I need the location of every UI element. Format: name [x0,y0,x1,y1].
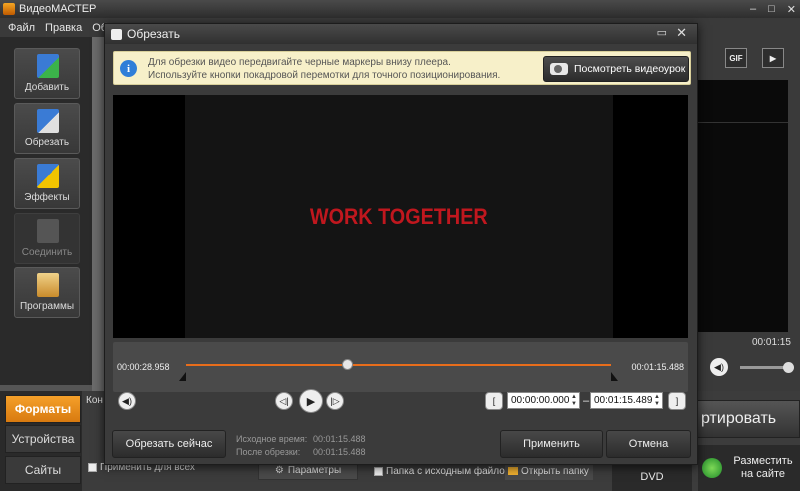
play-square-icon: ▶ [769,53,777,63]
timeline-track[interactable] [186,364,611,366]
info-bar: i Для обрезки видео передвигайте черные … [113,51,691,85]
info-line-1: Для обрезки видео передвигайте черные ма… [148,57,451,68]
controls-row: ◀) ◁| ▶ |▷ [ 00:00:00.000 ▲ ▼ – 00:01:15.… [105,386,697,416]
effects-label: Эффекты [24,192,70,203]
checkbox-icon [88,463,97,472]
dialog-minimize-icon[interactable]: ▭ [657,26,667,39]
add-button[interactable]: Добавить [14,48,80,99]
background-preview-video [698,80,788,332]
app-title: ВидеоМАСТЕР [19,3,97,15]
range-separator: – [583,395,590,407]
video-player[interactable]: WORK TOGETHER [113,95,688,338]
play-icon[interactable]: ▶ [299,389,323,413]
maximize-icon[interactable]: □ [768,3,775,15]
programs-button[interactable]: Программы [14,267,80,318]
frame-forward-icon[interactable]: |▷ [326,392,344,410]
volume-icon[interactable]: ◀) [118,392,136,410]
join-label: Соединить [21,247,73,258]
set-end-icon[interactable]: ] [668,392,686,410]
end-marker[interactable] [611,372,618,381]
publish-button[interactable]: Разместить на сайте [698,445,800,491]
trim-button[interactable]: Обрезать [14,103,80,154]
after-trim-value: 00:01:15.488 [313,447,366,457]
programs-label: Программы [19,301,75,312]
dialog-title: Обрезать [127,27,180,41]
scissors-icon [111,28,122,40]
tab-formats[interactable]: Форматы [5,395,81,423]
background-divider [698,122,788,123]
checkbox-icon [374,467,383,476]
box-icon [37,273,59,297]
join-button[interactable]: Соединить [14,213,80,264]
start-marker[interactable] [179,372,186,381]
video-frame: WORK TOGETHER [185,95,613,338]
spinner-arrows-icon[interactable]: ▲ ▼ [571,394,577,408]
app-titlebar: ВидеоМАСТЕР – □ ✕ [0,0,800,18]
end-time-value: 00:01:15.489 [594,395,653,406]
background-file-list [92,37,104,391]
gif-button[interactable]: GIF [725,48,747,68]
minimize-icon[interactable]: – [750,3,756,15]
end-time: 00:01:15.488 [631,362,684,372]
current-time: 00:00:28.958 [117,362,170,372]
globe-icon [702,458,722,478]
tab-devices[interactable]: Устройства [5,425,81,453]
watch-tutorial-label: Посмотреть видеоурок [574,63,686,75]
background-duration: 00:01:15 [752,337,791,348]
background-volume-icon[interactable]: ◀) [710,358,728,376]
film-join-icon [37,219,59,243]
publish-label: Разместить на сайте [733,455,793,480]
spinner-arrows-icon[interactable]: ▲ ▼ [654,394,660,408]
dialog-close-icon[interactable]: ✕ [676,25,687,41]
source-folder-checkbox[interactable]: Папка с исходным файлом [374,466,512,477]
menu-file[interactable]: Файл [8,22,35,34]
cancel-button[interactable]: Отмена [606,430,691,458]
trim-now-button[interactable]: Обрезать сейчас [112,430,226,458]
effects-button[interactable]: Эффекты [14,158,80,209]
source-time-value: 00:01:15.488 [313,434,366,444]
folder-icon [508,467,518,475]
gear-icon: ⚙ [274,464,284,476]
source-folder-label: Папка с исходным файлом [386,466,512,477]
info-line-2: Используйте кнопки покадровой перемотки … [148,70,501,81]
webcam-icon [550,63,568,75]
open-folder-label: Открыть папку [521,465,589,477]
film-plus-icon [37,54,59,78]
video-caption: WORK TOGETHER [310,203,488,229]
trim-label: Обрезать [24,137,70,148]
start-time-value: 00:00:00.000 [511,395,570,406]
dialog-footer: Обрезать сейчас Исходное время: 00:01:15… [105,428,697,462]
params-label: Параметры [287,464,342,476]
menu-edit[interactable]: Правка [45,22,82,34]
playhead-handle[interactable] [342,359,353,370]
film-star-icon [37,164,59,188]
tab-sites[interactable]: Сайты [5,456,81,484]
side-tabs: Форматы Устройства Сайты [0,391,82,491]
play-preview-button[interactable]: ▶ [762,48,784,68]
window-controls: – □ ✕ [750,0,796,18]
end-time-input[interactable]: 00:01:15.489 ▲ ▼ [590,392,663,409]
frame-back-icon[interactable]: ◁| [275,392,293,410]
watch-tutorial-button[interactable]: Посмотреть видеоурок [543,56,689,82]
add-label: Добавить [24,82,70,93]
info-icon: i [120,60,137,77]
start-time-input[interactable]: 00:00:00.000 ▲ ▼ [507,392,580,409]
apply-button[interactable]: Применить [500,430,603,458]
source-time-label: Исходное время: [236,434,308,444]
format-label-partial: Кон [86,395,103,406]
convert-button[interactable]: ртировать [690,400,800,438]
left-toolbar: Добавить Обрезать Эффекты Соединить Прог… [0,37,92,385]
timeline: 00:00:28.958 00:01:15.488 [113,342,688,392]
background-volume-knob[interactable] [783,362,794,373]
after-trim-label: После обрезки: [236,447,301,457]
trim-dialog: Обрезать ▭ ✕ i Для обрезки видео передви… [104,23,698,465]
dialog-titlebar: Обрезать ▭ ✕ [105,24,697,44]
set-start-icon[interactable]: [ [485,392,503,410]
app-logo-icon [3,3,15,15]
close-icon[interactable]: ✕ [787,3,796,16]
film-scissors-icon [37,109,59,133]
